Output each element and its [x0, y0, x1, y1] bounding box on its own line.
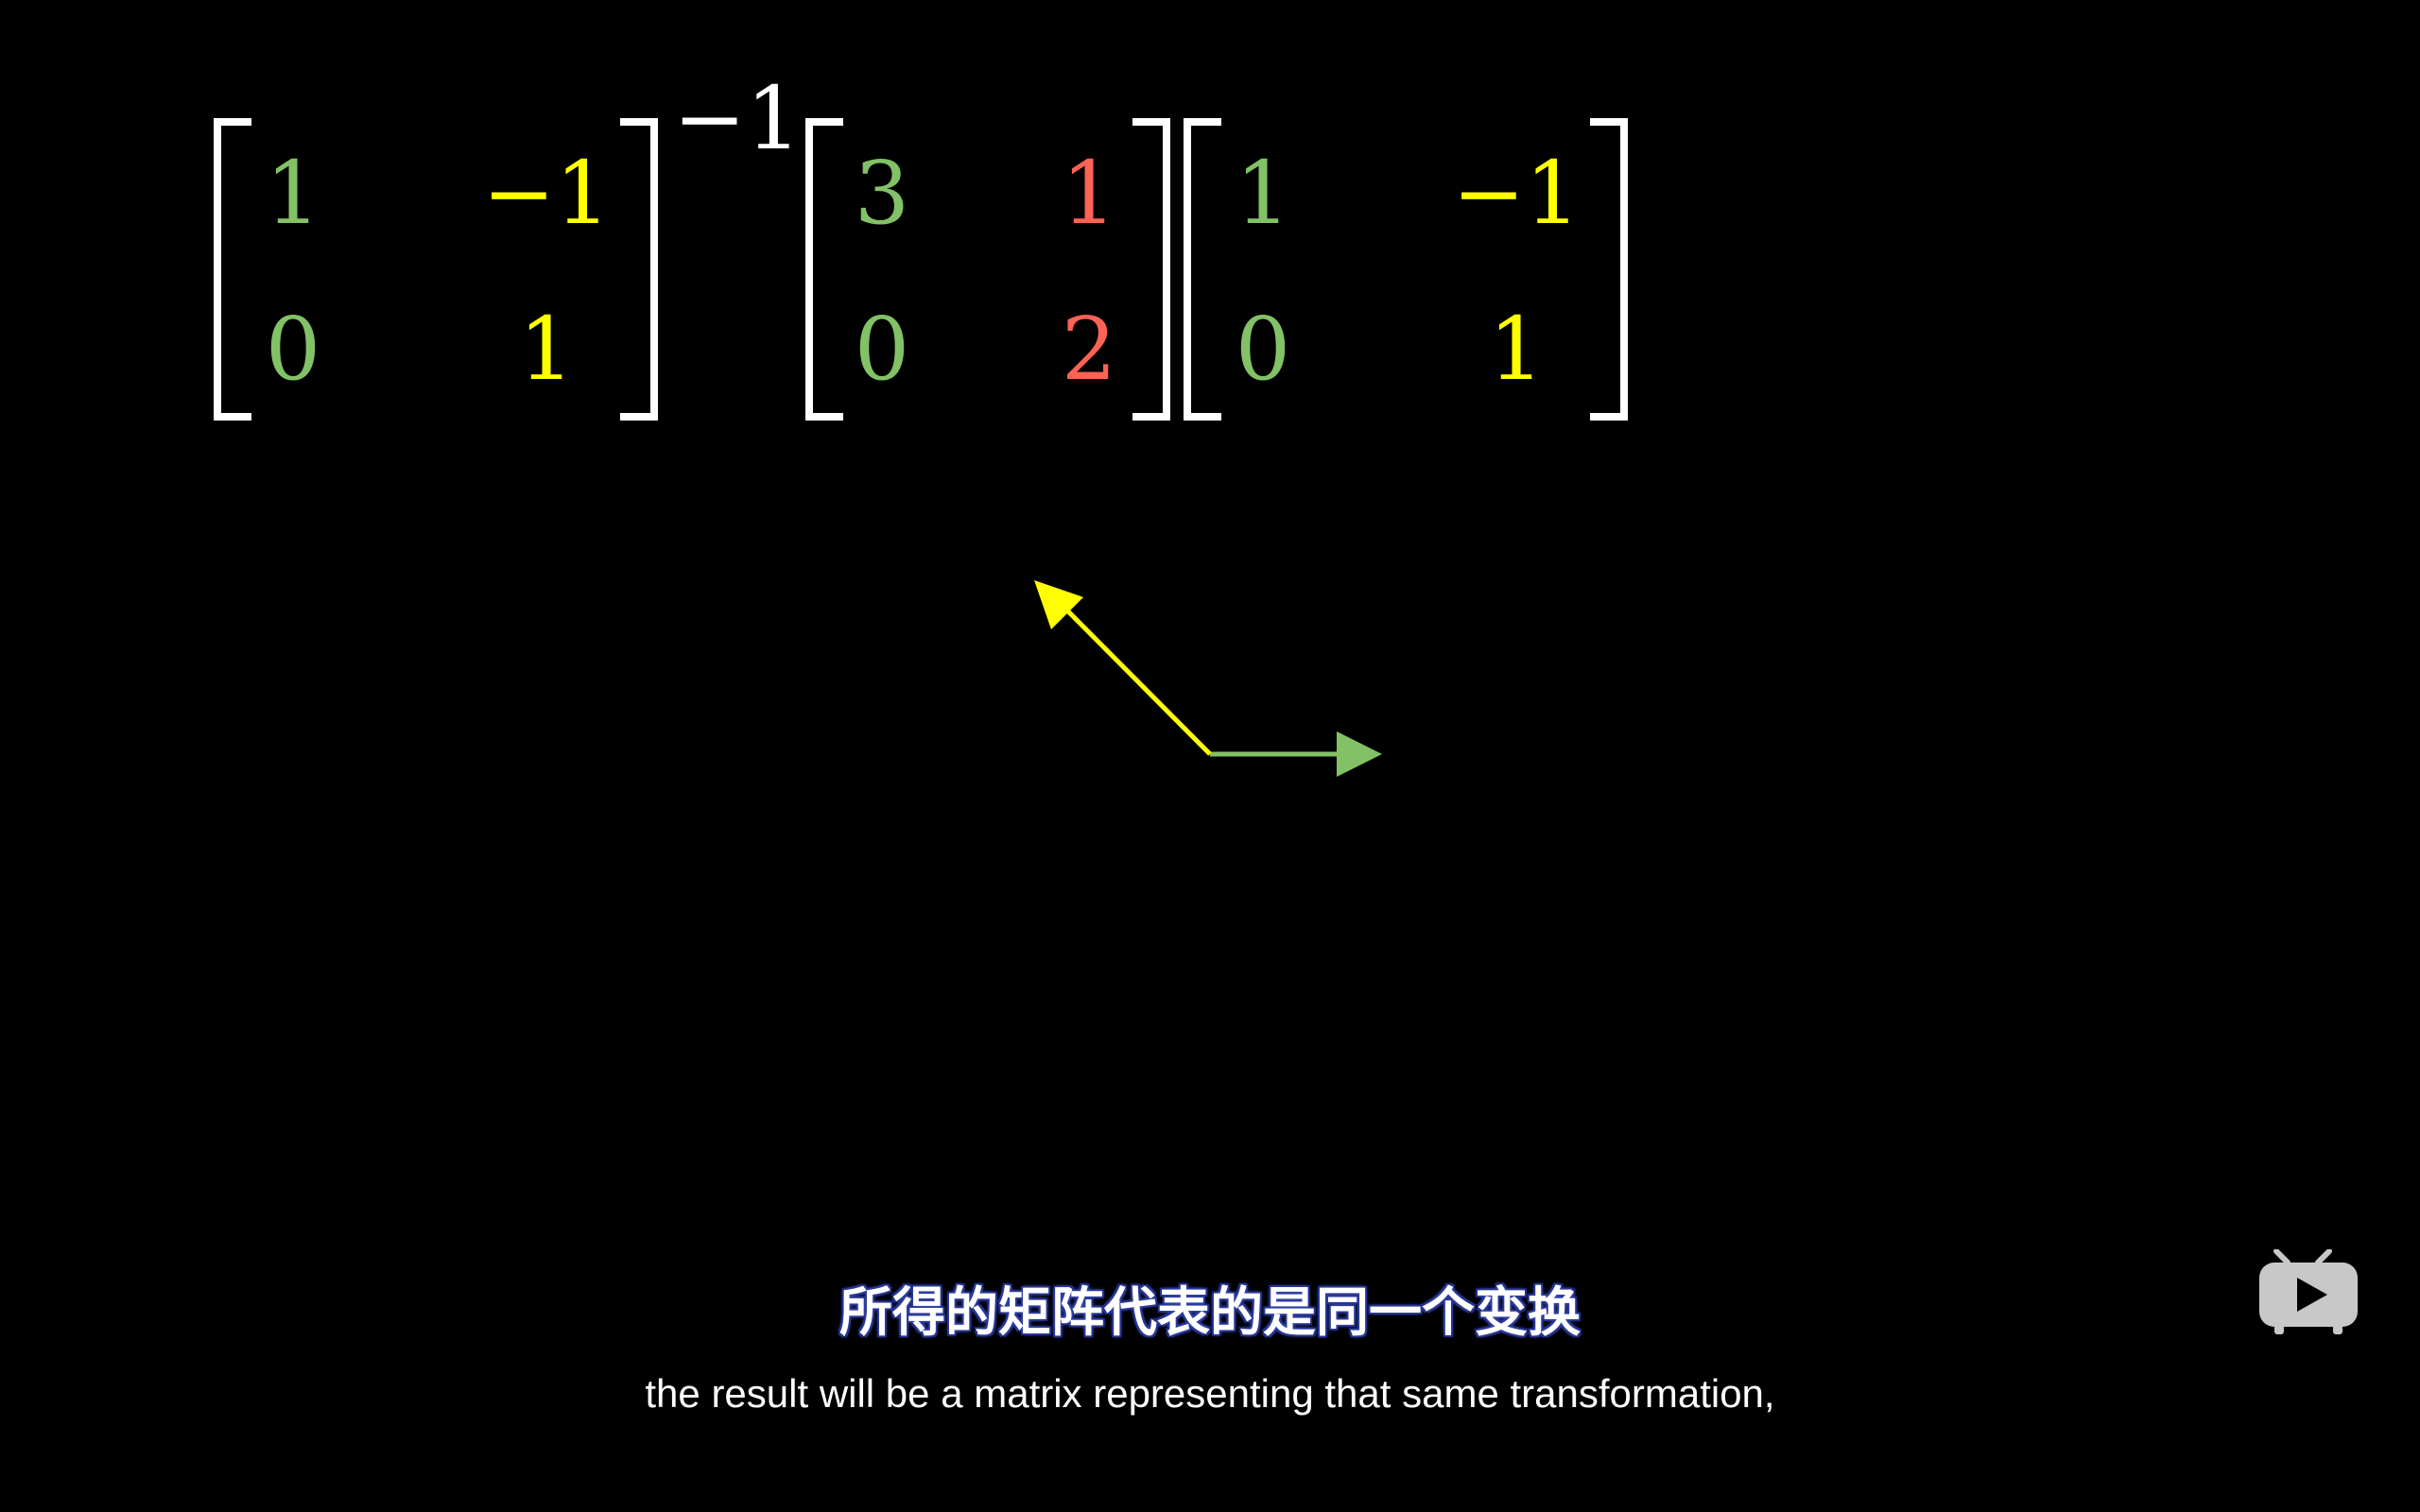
subtitle-chinese: 所得的矩阵代表的是同一个变换 — [839, 1282, 1581, 1344]
yellow-vector-line — [1063, 606, 1212, 756]
subtitle-english: the result will be a matrix representing… — [645, 1371, 1775, 1416]
green-vector-arrowhead — [1337, 731, 1382, 777]
tv-play-icon — [2259, 1249, 2358, 1334]
video-frame: 1 −1 0 1 −1 3 1 0 2 1 −1 0 1 所得的矩阵代表的是同一… — [0, 0, 2420, 1512]
